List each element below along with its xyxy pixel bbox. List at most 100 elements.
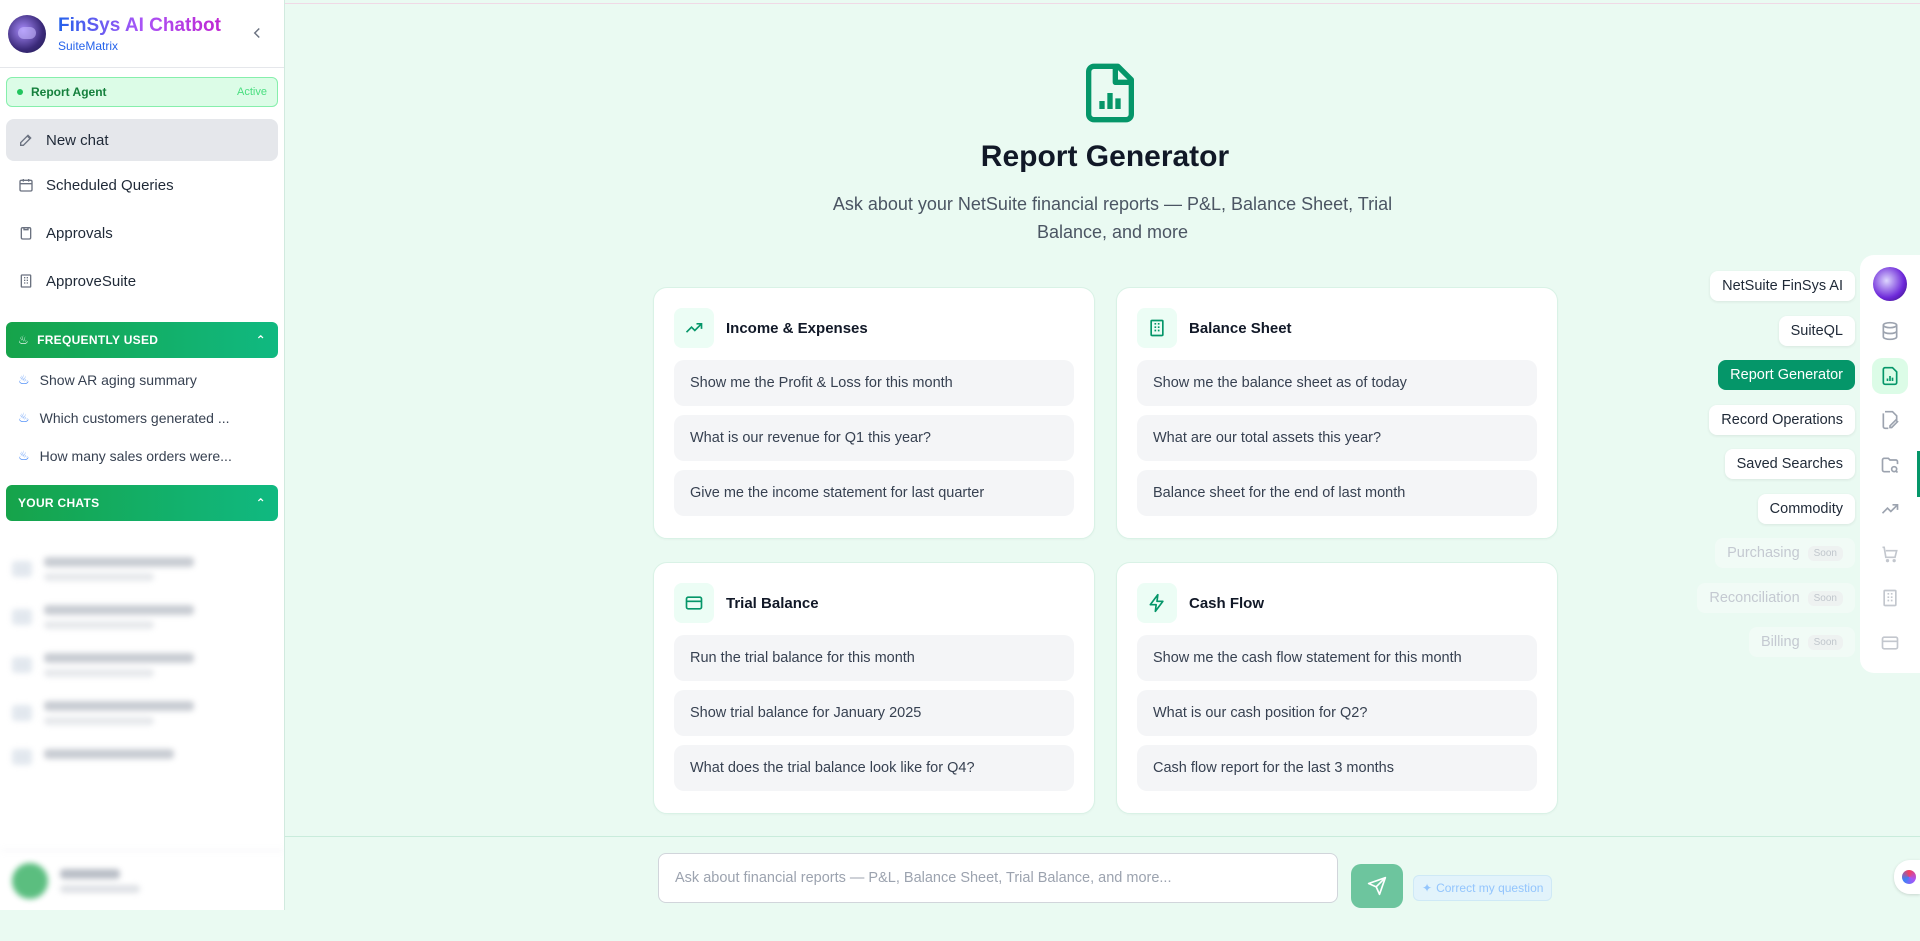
nav-label: New chat (46, 131, 109, 149)
tool-label: SuiteQL (1790, 323, 1843, 339)
suggested-prompt[interactable]: What is our revenue for Q1 this year? (674, 415, 1074, 461)
tool-netsuite-finsys-ai[interactable]: NetSuite FinSys AI (1710, 271, 1855, 301)
category-card-trial-balance: Trial Balance Run the trial balance for … (653, 562, 1095, 814)
soon-badge: Soon (1807, 590, 1843, 606)
building-icon (1872, 580, 1908, 616)
nav-label: ApproveSuite (46, 272, 137, 290)
frequently-used-header[interactable]: ♨ FREQUENTLY USED ⌃ (6, 322, 278, 358)
tool-label: NetSuite FinSys AI (1722, 278, 1843, 294)
page-title: Report Generator (980, 140, 1230, 173)
flame-icon: ♨ (18, 372, 30, 387)
brand-title: FinSys AI Chatbot (58, 14, 221, 36)
send-icon (1367, 876, 1387, 896)
frequent-item[interactable]: ♨ Show AR aging summary (6, 361, 278, 399)
soon-badge: Soon (1807, 634, 1843, 650)
calendar-clock-icon (19, 179, 33, 192)
send-button[interactable] (1351, 864, 1403, 908)
suggested-prompt[interactable]: Cash flow report for the last 3 months (1137, 745, 1537, 791)
file-edit-icon[interactable] (1872, 402, 1908, 438)
tool-label: Billing (1760, 634, 1800, 650)
tool-dock (1860, 255, 1920, 673)
suggested-prompt[interactable]: Show me the Profit & Loss for this month (674, 360, 1074, 406)
chat-history-item[interactable] (12, 557, 272, 581)
building-icon (20, 274, 32, 288)
tool-label: Report Generator (1730, 367, 1843, 383)
tool-label: Record Operations (1721, 412, 1843, 428)
assistant-launcher-icon[interactable] (1894, 860, 1920, 894)
chat-input[interactable] (658, 853, 1338, 903)
suggested-prompt[interactable]: Show me the cash flow statement for this… (1137, 635, 1537, 681)
avatar (12, 862, 48, 899)
tool-purchasing: Purchasing Soon (1715, 538, 1855, 568)
trending-up-icon (674, 308, 714, 348)
tool-record-operations[interactable]: Record Operations (1709, 405, 1855, 435)
card-title: Income & Expenses (726, 319, 868, 337)
flame-icon: ♨ (18, 448, 30, 463)
category-card-cash-flow: Cash Flow Show me the cash flow statemen… (1116, 562, 1558, 814)
divider (285, 3, 1920, 4)
report-file-icon (1086, 63, 1134, 123)
card-title: Trial Balance (726, 594, 819, 612)
chat-history-item[interactable] (12, 749, 272, 765)
suggested-prompt[interactable]: Show trial balance for January 2025 (674, 690, 1074, 736)
frequent-item[interactable]: ♨ Which customers generated ... (6, 399, 278, 437)
suggested-prompt[interactable]: Give me the income statement for last qu… (674, 470, 1074, 516)
tool-suiteql[interactable]: SuiteQL (1778, 316, 1855, 346)
section-title: FREQUENTLY USED (37, 333, 159, 347)
suggested-prompt[interactable]: What is our cash position for Q2? (1137, 690, 1537, 736)
nav-approvesuite[interactable]: ApproveSuite (6, 260, 278, 302)
building-icon (1137, 308, 1177, 348)
suggested-prompt[interactable]: What does the trial balance look like fo… (674, 745, 1074, 791)
tool-report-generator[interactable]: Report Generator (1718, 360, 1855, 390)
suggested-prompt[interactable]: What are our total assets this year? (1137, 415, 1537, 461)
correct-label: Correct my question (1436, 881, 1544, 895)
lightning-icon (1137, 583, 1177, 623)
soon-badge: Soon (1807, 545, 1843, 561)
nav-label: Approvals (46, 224, 113, 242)
brand-header: FinSys AI Chatbot SuiteMatrix (0, 0, 284, 68)
tool-saved-searches[interactable]: Saved Searches (1724, 449, 1855, 479)
trending-up-icon[interactable] (1872, 491, 1908, 527)
chevron-left-icon[interactable] (248, 24, 266, 42)
card-title: Cash Flow (1189, 594, 1265, 612)
nav-approvals[interactable]: Approvals (6, 212, 278, 254)
frequent-item[interactable]: ♨ How many sales orders were... (6, 437, 278, 475)
page-subtitle: Ask about your NetSuite financial report… (832, 194, 1393, 242)
clipboard-icon (20, 227, 32, 240)
credit-card-icon (674, 583, 714, 623)
correct-question-button[interactable]: ✦ Correct my question (1413, 875, 1553, 901)
folder-search-icon[interactable] (1872, 447, 1908, 483)
suggested-prompt[interactable]: Show me the balance sheet as of today (1137, 360, 1537, 406)
report-file-icon[interactable] (1872, 358, 1908, 394)
divider (285, 836, 1920, 837)
your-chats-header[interactable]: YOUR CHATS ⌃ (6, 485, 278, 521)
frequent-item-label: Which customers generated ... (39, 410, 230, 426)
brand-subtitle: SuiteMatrix (58, 38, 119, 53)
agent-badge: Report Agent Active (6, 77, 278, 107)
main-content: Report Generator Ask about your NetSuite… (285, 0, 1920, 941)
flame-icon: ♨ (18, 333, 30, 347)
tool-label: Saved Searches (1736, 456, 1843, 472)
suggested-prompt[interactable]: Run the trial balance for this month (674, 635, 1074, 681)
flame-icon: ♨ (18, 410, 30, 425)
tool-reconciliation: Reconciliation Soon (1697, 583, 1855, 613)
chevron-up-icon: ⌃ (255, 496, 266, 510)
nav-scheduled-queries[interactable]: Scheduled Queries (6, 164, 278, 206)
category-card-balance-sheet: Balance Sheet Show me the balance sheet … (1116, 287, 1558, 539)
database-icon[interactable] (1872, 313, 1908, 349)
section-title: YOUR CHATS (18, 496, 100, 510)
tool-billing: Billing Soon (1748, 627, 1855, 657)
nav-label: Scheduled Queries (46, 176, 174, 194)
user-profile[interactable] (0, 850, 285, 910)
card-title: Balance Sheet (1189, 319, 1292, 337)
chat-history-item[interactable] (12, 605, 272, 629)
suggested-prompt[interactable]: Balance sheet for the end of last month (1137, 470, 1537, 516)
new-chat-button[interactable]: New chat (6, 119, 278, 161)
tool-label: Purchasing (1727, 545, 1800, 561)
tool-commodity[interactable]: Commodity (1757, 494, 1855, 524)
chat-history-item[interactable] (12, 653, 272, 677)
edit-icon (20, 134, 32, 146)
chat-history-item[interactable] (12, 701, 272, 725)
category-card-income: Income & Expenses Show me the Profit & L… (653, 287, 1095, 539)
avatar-icon[interactable] (1873, 267, 1907, 301)
